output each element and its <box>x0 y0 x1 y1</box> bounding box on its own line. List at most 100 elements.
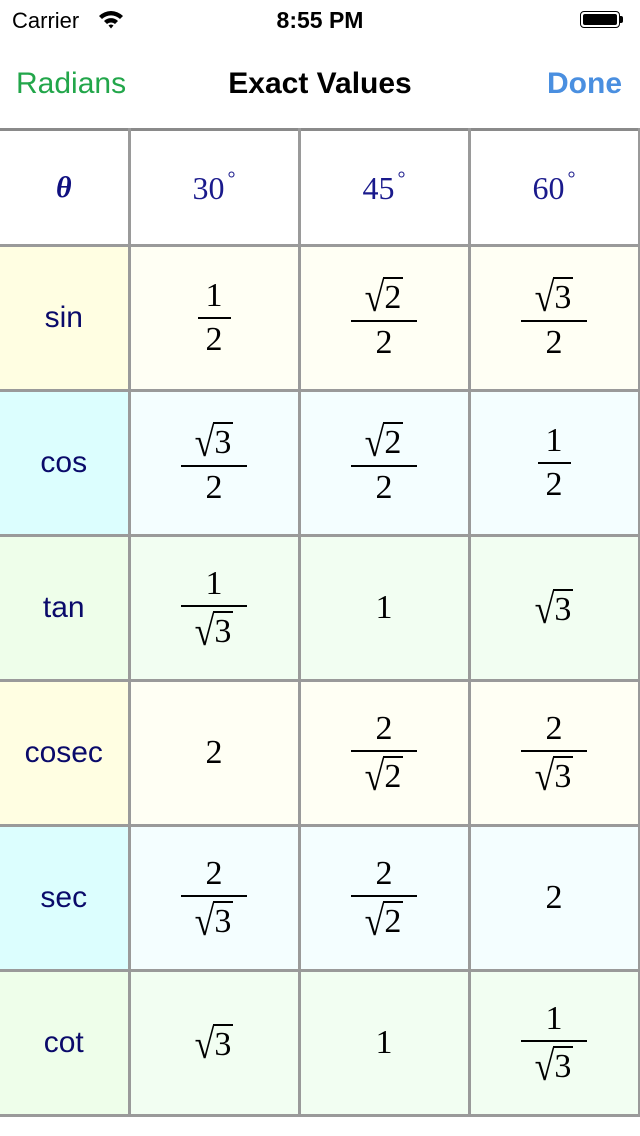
numerator: 2 <box>375 709 393 747</box>
angle-header: 60 ° <box>467 128 640 247</box>
function-name: cosec <box>24 736 103 769</box>
fraction: 2 √ 3 <box>180 854 248 944</box>
table-row: sec 2 √ 3 2 √ 2 2 <box>0 824 640 972</box>
theta-header: θ <box>0 128 131 247</box>
degree-symbol: ° <box>227 168 236 190</box>
battery-full-icon <box>580 11 623 29</box>
square-root: √ 3 <box>194 1020 234 1067</box>
exact-value: 1 <box>376 1026 393 1060</box>
value-cell: 1 √ 3 <box>127 534 301 682</box>
radicand: 3 <box>213 900 234 940</box>
numerator: √ 2 <box>357 273 412 320</box>
value-text: 1 <box>375 589 393 626</box>
radicand: 3 <box>213 610 234 650</box>
table-row: cosec 2 2 √ 2 2 √ 3 <box>0 679 640 827</box>
radical-sign-icon: √ <box>194 897 215 944</box>
numerator: 1 <box>205 564 223 602</box>
numerator: 2 <box>375 854 393 892</box>
numerator: 2 <box>545 709 563 747</box>
square-root: √ 3 <box>534 585 574 632</box>
exact-value: 1 √ 3 <box>180 564 248 651</box>
value-cell: √ 3 2 <box>127 389 301 537</box>
numerator: 1 <box>545 999 563 1037</box>
radical-sign-icon: √ <box>364 418 385 465</box>
square-root: √ 3 <box>534 273 574 320</box>
radians-button[interactable]: Radians <box>16 67 126 101</box>
square-root: √ 2 <box>364 752 404 799</box>
exact-value: √ 3 2 <box>180 421 248 505</box>
angle-value: 45 <box>362 170 395 206</box>
carrier-label: Carrier <box>12 8 80 33</box>
table-row: cos √ 3 2 √ 2 2 1 2 <box>0 389 640 537</box>
fraction: √ 3 2 <box>180 421 248 505</box>
exact-value: √ 3 <box>194 1020 234 1067</box>
exact-value: √ 2 2 <box>350 273 418 360</box>
square-root: √ 3 <box>195 610 234 651</box>
denominator: √ 3 <box>527 1042 582 1086</box>
square-root: √ 3 <box>194 897 234 944</box>
numerator: 2 <box>205 854 223 892</box>
function-name: sin <box>44 301 83 334</box>
value-cell: 2 √ 3 <box>467 679 640 827</box>
value-text: 2 <box>205 734 223 771</box>
exact-value: 1 <box>376 591 393 625</box>
numerator: 1 <box>205 277 223 314</box>
square-root: √ 2 <box>364 897 404 944</box>
function-label-cell: cos <box>0 389 131 537</box>
table-row: sin 1 2 √ 2 2 √ 3 2 <box>0 244 640 392</box>
radicand: 3 <box>553 588 574 628</box>
fraction: √ 2 2 <box>350 273 418 360</box>
wifi-icon <box>99 11 123 29</box>
function-name: cos <box>40 446 88 479</box>
radical-sign-icon: √ <box>194 1020 215 1067</box>
function-name: cot <box>43 1026 84 1059</box>
radicand: 3 <box>553 1045 574 1085</box>
value-cell: 1 <box>297 969 471 1117</box>
value-cell: 2 √ 2 <box>297 824 471 972</box>
value-cell: √ 2 2 <box>297 244 471 392</box>
function-label-cell: cot <box>0 969 131 1117</box>
radical-sign-icon: √ <box>534 273 555 320</box>
table-row: cot √ 3 1 1 √ 3 <box>0 969 640 1117</box>
numerator: 1 <box>545 422 563 459</box>
fraction: 1 √ 3 <box>520 999 588 1086</box>
exact-value: 2 √ 2 <box>350 854 418 944</box>
value-cell: 12 <box>467 389 640 537</box>
theta-symbol: θ <box>55 170 72 204</box>
value-cell: √ 3 <box>127 969 301 1117</box>
radicand: 3 <box>553 276 574 316</box>
square-root: √ 2 <box>364 418 404 465</box>
radicand: 3 <box>213 1023 234 1063</box>
angle-value: 60 <box>532 170 565 206</box>
angle-value: 30 <box>192 170 225 206</box>
square-root: √ 3 <box>535 1045 574 1086</box>
denominator: √ 3 <box>187 897 242 944</box>
exact-value: 12 <box>197 277 231 358</box>
denominator: √ 3 <box>527 752 582 796</box>
exact-value: √ 3 <box>534 585 574 632</box>
radical-sign-icon: √ <box>364 752 385 799</box>
value-cell: 2 √ 2 <box>297 679 471 827</box>
exact-value: √ 3 2 <box>520 273 588 360</box>
function-label-cell: sec <box>0 824 131 972</box>
exact-value: 2 √ 3 <box>180 854 248 944</box>
status-time: 8:55 PM <box>276 7 364 33</box>
table-row: tan 1 √ 3 1 √ 3 <box>0 534 640 682</box>
fraction: √ 3 2 <box>520 273 588 360</box>
value-cell: √ 3 <box>467 534 640 682</box>
radicand: 2 <box>383 421 404 461</box>
square-root: √ 3 <box>535 755 574 796</box>
radical-sign-icon: √ <box>534 585 555 632</box>
square-root: √ 3 <box>195 421 234 462</box>
angle-header: 45 ° <box>297 128 471 247</box>
denominator: 2 <box>375 468 393 506</box>
done-button[interactable]: Done <box>547 67 622 101</box>
radical-sign-icon: √ <box>364 273 385 320</box>
radicand: 2 <box>383 755 404 795</box>
exact-value: 2 √ 2 <box>350 709 418 799</box>
radical-sign-icon: √ <box>364 897 385 944</box>
fraction: √ 2 2 <box>350 418 418 506</box>
fraction: 12 <box>537 422 571 502</box>
function-label-cell: tan <box>0 534 131 682</box>
denominator: 2 <box>205 321 223 358</box>
